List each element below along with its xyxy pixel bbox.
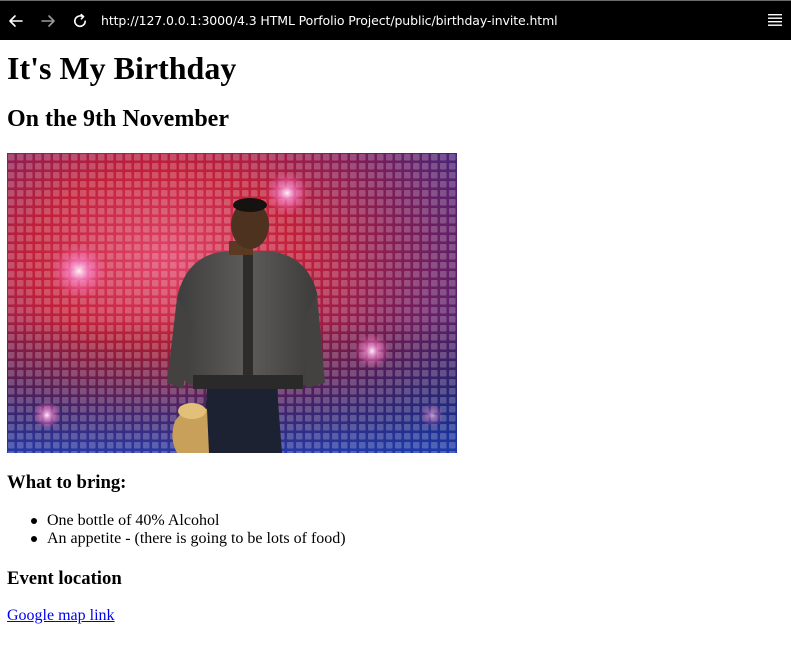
- page-content: It's My Birthday On the 9th November Wha…: [0, 40, 791, 649]
- portrait-photo: [7, 153, 457, 453]
- hamburger-menu-icon: [768, 14, 782, 26]
- forward-button[interactable]: [34, 7, 62, 35]
- reload-icon: [74, 13, 86, 28]
- arrow-left-icon: [9, 15, 23, 27]
- menu-button[interactable]: [764, 9, 786, 31]
- address-bar[interactable]: http://127.0.0.1:3000/4.3 HTML Porfolio …: [101, 13, 558, 28]
- reload-button[interactable]: [66, 7, 94, 35]
- list-item: One bottle of 40% Alcohol: [7, 512, 346, 530]
- page-subtitle: On the 9th November: [7, 106, 229, 132]
- list-item-text: One bottle of 40% Alcohol: [47, 512, 220, 529]
- bullet-icon: [31, 536, 37, 542]
- page-title: It's My Birthday: [7, 50, 237, 86]
- back-button[interactable]: [2, 7, 30, 35]
- arrow-right-icon: [41, 15, 55, 27]
- bring-heading: What to bring:: [7, 472, 127, 493]
- location-heading: Event location: [7, 568, 122, 589]
- bring-list: One bottle of 40% Alcohol An appetite - …: [7, 512, 346, 548]
- bullet-icon: [31, 518, 37, 524]
- google-map-link[interactable]: Google map link: [7, 607, 115, 625]
- browser-toolbar: http://127.0.0.1:3000/4.3 HTML Porfolio …: [0, 0, 791, 40]
- list-item-text: An appetite - (there is going to be lots…: [47, 530, 346, 547]
- list-item: An appetite - (there is going to be lots…: [7, 530, 346, 548]
- birthday-photo: [7, 153, 457, 453]
